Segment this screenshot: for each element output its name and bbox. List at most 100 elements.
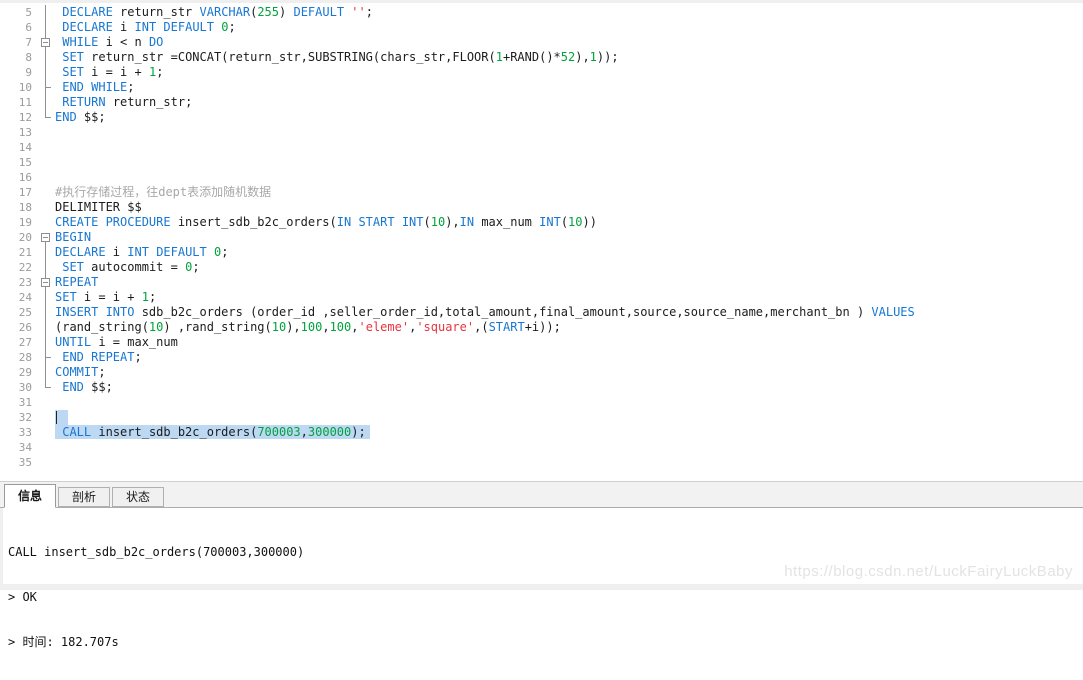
line-number: 24 xyxy=(0,290,37,305)
code-text: REPEAT xyxy=(55,275,1083,290)
code-line[interactable]: 12 END $$; xyxy=(0,110,1083,125)
result-line: > 时间: 182.707s xyxy=(8,635,1083,650)
code-line[interactable]: 29 COMMIT; xyxy=(0,365,1083,380)
code-line[interactable]: 19CREATE PROCEDURE insert_sdb_b2c_orders… xyxy=(0,215,1083,230)
tab-profile[interactable]: 剖析 xyxy=(58,487,110,507)
window-bottom-edge xyxy=(0,584,1083,590)
fold-collapse-icon[interactable] xyxy=(37,35,55,50)
code-line[interactable]: 8 SET return_str =CONCAT(return_str,SUBS… xyxy=(0,50,1083,65)
line-number: 13 xyxy=(0,125,37,140)
watermark-text: https://blog.csdn.net/LuckFairyLuckBaby xyxy=(784,563,1073,580)
code-text: CALL insert_sdb_b2c_orders(700003,300000… xyxy=(55,425,1083,440)
code-line[interactable]: 10 END WHILE; xyxy=(0,80,1083,95)
fold-gutter xyxy=(37,440,55,455)
code-line[interactable]: 20BEGIN xyxy=(0,230,1083,245)
fold-guide-line xyxy=(37,260,55,275)
tab-status[interactable]: 状态 xyxy=(112,487,164,507)
code-line[interactable]: 33 CALL insert_sdb_b2c_orders(700003,300… xyxy=(0,425,1083,440)
fold-guide-line xyxy=(37,320,55,335)
line-number: 5 xyxy=(0,5,37,20)
sql-editor-window: { "colors": { "keyword": "#1777d2", "num… xyxy=(0,0,1083,590)
fold-collapse-icon[interactable] xyxy=(37,275,55,290)
code-text: #执行存储过程，往dept表添加随机数据 xyxy=(55,185,1083,200)
line-number: 17 xyxy=(0,185,37,200)
code-line[interactable]: 6 DECLARE i INT DEFAULT 0; xyxy=(0,20,1083,35)
line-number: 12 xyxy=(0,110,37,125)
fold-gutter xyxy=(37,155,55,170)
fold-guide-line xyxy=(37,80,55,95)
code-line[interactable]: 7 WHILE i < n DO xyxy=(0,35,1083,50)
code-text: SET i = i + 1; xyxy=(55,65,1083,80)
code-line[interactable]: 23 REPEAT xyxy=(0,275,1083,290)
fold-gutter xyxy=(37,185,55,200)
line-number: 16 xyxy=(0,170,37,185)
result-message-area[interactable]: CALL insert_sdb_b2c_orders(700003,300000… xyxy=(0,508,1083,680)
fold-guide-line xyxy=(37,380,55,395)
tab-info[interactable]: 信息 xyxy=(4,484,56,508)
code-line[interactable]: 5 DECLARE return_str VARCHAR(255) DEFAUL… xyxy=(0,5,1083,20)
line-number: 7 xyxy=(0,35,37,50)
code-line[interactable]: 11 RETURN return_str; xyxy=(0,95,1083,110)
line-number: 31 xyxy=(0,395,37,410)
code-line[interactable]: 17 #执行存储过程，往dept表添加随机数据 xyxy=(0,185,1083,200)
line-number: 10 xyxy=(0,80,37,95)
code-text: WHILE i < n DO xyxy=(55,35,1083,50)
line-number: 29 xyxy=(0,365,37,380)
line-number: 23 xyxy=(0,275,37,290)
code-text: INSERT INTO sdb_b2c_orders (order_id ,se… xyxy=(55,305,1083,320)
result-tabs: 信息 剖析 状态 xyxy=(0,482,1083,508)
code-text: SET return_str =CONCAT(return_str,SUBSTR… xyxy=(55,50,1083,65)
code-text: END REPEAT; xyxy=(55,350,1083,365)
fold-gutter xyxy=(37,200,55,215)
code-text: DECLARE i INT DEFAULT 0; xyxy=(55,20,1083,35)
result-line: CALL insert_sdb_b2c_orders(700003,300000… xyxy=(8,545,1083,560)
code-lines-container: 5 DECLARE return_str VARCHAR(255) DEFAUL… xyxy=(0,5,1083,470)
fold-guide-line xyxy=(37,20,55,35)
line-number: 6 xyxy=(0,20,37,35)
code-line[interactable]: 25INSERT INTO sdb_b2c_orders (order_id ,… xyxy=(0,305,1083,320)
code-line[interactable]: 13 xyxy=(0,125,1083,140)
line-number: 32 xyxy=(0,410,37,425)
code-text: DELIMITER $$ xyxy=(55,200,1083,215)
code-text: DECLARE i INT DEFAULT 0; xyxy=(55,245,1083,260)
code-line[interactable]: 24 SET i = i + 1; xyxy=(0,290,1083,305)
fold-gutter xyxy=(37,395,55,410)
code-line[interactable]: 34 xyxy=(0,440,1083,455)
line-number: 14 xyxy=(0,140,37,155)
code-line[interactable]: 18 DELIMITER $$ xyxy=(0,200,1083,215)
code-line[interactable]: 32 xyxy=(0,410,1083,425)
code-line[interactable]: 15 xyxy=(0,155,1083,170)
code-line[interactable]: 16 xyxy=(0,170,1083,185)
fold-gutter xyxy=(37,425,55,440)
code-text xyxy=(55,410,1083,425)
fold-guide-line xyxy=(37,50,55,65)
code-line[interactable]: 22 SET autocommit = 0; xyxy=(0,260,1083,275)
fold-gutter xyxy=(37,410,55,425)
line-number: 22 xyxy=(0,260,37,275)
code-line[interactable]: 27UNTIL i = max_num xyxy=(0,335,1083,350)
code-text: (rand_string(10) ,rand_string(10),100,10… xyxy=(55,320,1083,335)
fold-collapse-icon[interactable] xyxy=(37,230,55,245)
code-text: COMMIT; xyxy=(55,365,1083,380)
fold-guide-line xyxy=(37,110,55,125)
code-text: RETURN return_str; xyxy=(55,95,1083,110)
code-text: END $$; xyxy=(55,110,1083,125)
code-editor[interactable]: 5 DECLARE return_str VARCHAR(255) DEFAUL… xyxy=(0,3,1083,481)
code-line[interactable]: 31 xyxy=(0,395,1083,410)
line-number: 20 xyxy=(0,230,37,245)
code-line[interactable]: 9 SET i = i + 1; xyxy=(0,65,1083,80)
fold-guide-line xyxy=(37,95,55,110)
line-number: 35 xyxy=(0,455,37,470)
line-number: 34 xyxy=(0,440,37,455)
fold-gutter xyxy=(37,140,55,155)
code-line[interactable]: 14 xyxy=(0,140,1083,155)
line-number: 11 xyxy=(0,95,37,110)
code-text: SET autocommit = 0; xyxy=(55,260,1083,275)
code-line[interactable]: 28 END REPEAT; xyxy=(0,350,1083,365)
line-number: 18 xyxy=(0,200,37,215)
code-text: SET i = i + 1; xyxy=(55,290,1083,305)
code-line[interactable]: 26(rand_string(10) ,rand_string(10),100,… xyxy=(0,320,1083,335)
code-line[interactable]: 21DECLARE i INT DEFAULT 0; xyxy=(0,245,1083,260)
code-line[interactable]: 30 END $$; xyxy=(0,380,1083,395)
code-line[interactable]: 35 xyxy=(0,455,1083,470)
